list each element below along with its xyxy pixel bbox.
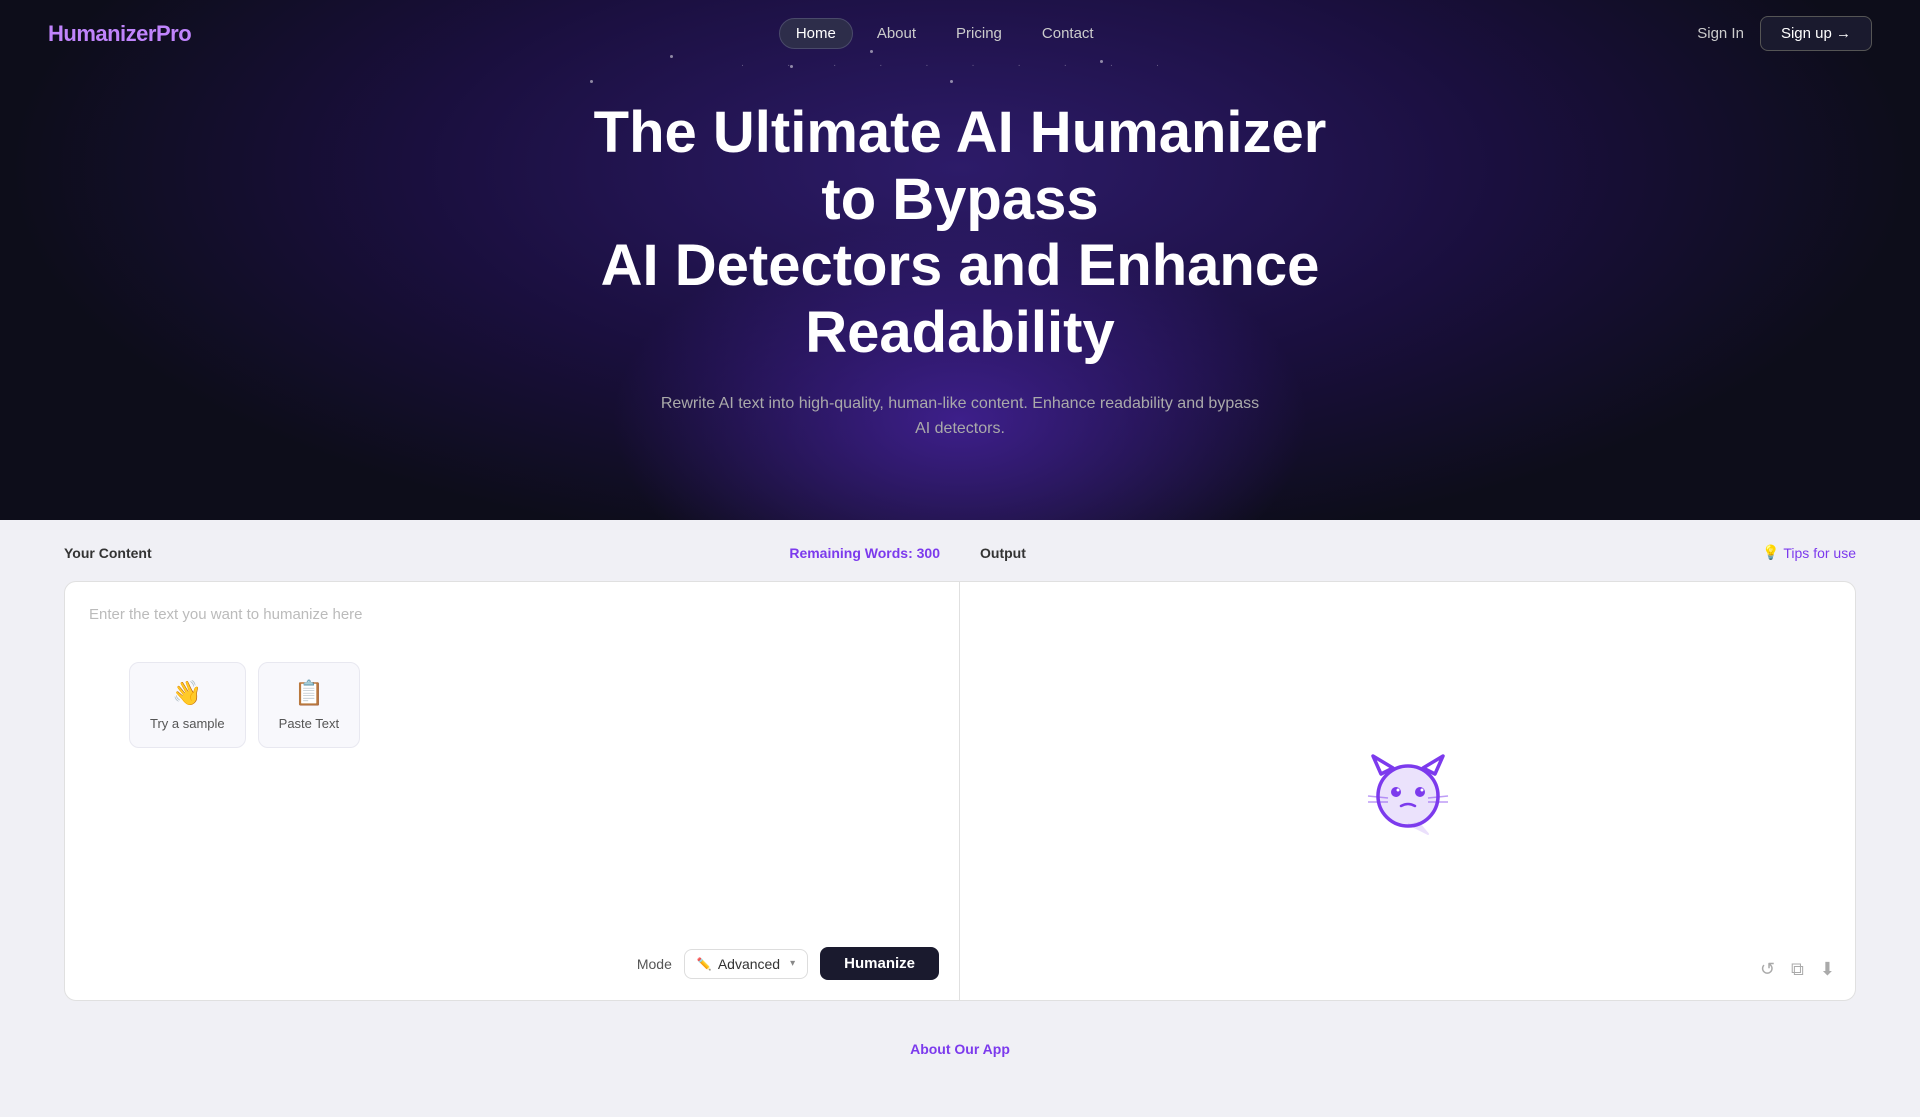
remaining-words: Remaining Words: 300 xyxy=(789,545,940,561)
input-panel: 👋 Try a sample 📋 Paste Text Mode ✏️ Adva… xyxy=(64,581,960,1001)
star-decoration xyxy=(950,80,953,83)
navbar: HumanizerPro Home About Pricing Contact … xyxy=(0,0,1920,67)
content-panel-label: Your Content xyxy=(64,545,152,561)
refresh-icon[interactable]: ↺ xyxy=(1760,959,1775,980)
pencil-icon: ✏️ xyxy=(697,957,712,971)
chevron-down-icon: ▾ xyxy=(790,958,795,969)
mascot-svg xyxy=(1363,746,1453,836)
try-sample-button[interactable]: 👋 Try a sample xyxy=(129,662,246,748)
output-panel-label: Output xyxy=(980,545,1026,561)
wave-icon: 👋 xyxy=(172,679,202,708)
nav-contact[interactable]: Contact xyxy=(1026,19,1110,48)
about-link[interactable]: About Our App xyxy=(910,1041,1010,1057)
sample-buttons-area: 👋 Try a sample 📋 Paste Text xyxy=(105,662,384,748)
nav-about[interactable]: About xyxy=(861,19,932,48)
main-content: Your Content Remaining Words: 300 Output… xyxy=(0,520,1920,1117)
paste-text-button[interactable]: 📋 Paste Text xyxy=(258,662,360,748)
copy-icon[interactable]: ⧉ xyxy=(1791,959,1804,980)
content-textarea[interactable] xyxy=(65,582,959,942)
star-decoration xyxy=(590,80,593,83)
input-footer: Mode ✏️ Advanced ▾ Humanize xyxy=(637,947,939,980)
hero-title: The Ultimate AI Humanizer to Bypass AI D… xyxy=(560,100,1360,367)
tips-link[interactable]: 💡 Tips for use xyxy=(1762,544,1856,561)
humanize-button[interactable]: Humanize xyxy=(820,947,939,980)
sign-up-button[interactable]: Sign up → xyxy=(1760,16,1872,51)
about-hint[interactable]: About Our App xyxy=(64,1001,1856,1057)
output-panel: ↺ ⧉ ⬇ xyxy=(960,581,1856,1001)
download-icon[interactable]: ⬇ xyxy=(1820,959,1835,980)
tips-icon: 💡 xyxy=(1762,544,1779,561)
clipboard-icon: 📋 xyxy=(294,679,324,708)
sign-in-button[interactable]: Sign In xyxy=(1697,25,1744,42)
editor-panels: 👋 Try a sample 📋 Paste Text Mode ✏️ Adva… xyxy=(64,581,1856,1001)
try-sample-label: Try a sample xyxy=(150,716,225,731)
nav-links: Home About Pricing Contact xyxy=(779,18,1110,49)
logo-text-prefix: Humanizer xyxy=(48,21,156,46)
nav-home[interactable]: Home xyxy=(779,18,853,49)
hero-subtitle: Rewrite AI text into high-quality, human… xyxy=(660,391,1260,442)
logo-text-suffix: Pro xyxy=(156,21,191,46)
logo[interactable]: HumanizerPro xyxy=(48,21,191,47)
hero-section: The Ultimate AI Humanizer to Bypass AI D… xyxy=(0,0,1920,560)
paste-text-label: Paste Text xyxy=(279,716,339,731)
nav-right: Sign In Sign up → xyxy=(1697,16,1872,51)
output-actions: ↺ ⧉ ⬇ xyxy=(1760,959,1835,980)
mode-label: Mode xyxy=(637,956,672,972)
mascot-container xyxy=(1363,746,1453,836)
mode-value: Advanced xyxy=(718,956,780,972)
mode-selector[interactable]: ✏️ Advanced ▾ xyxy=(684,949,808,979)
nav-pricing[interactable]: Pricing xyxy=(940,19,1018,48)
